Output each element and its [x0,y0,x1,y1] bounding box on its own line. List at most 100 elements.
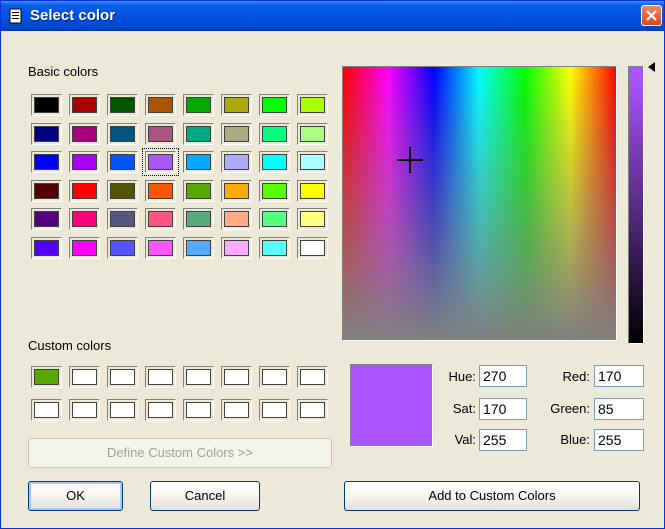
basic-color-swatch[interactable] [297,236,328,259]
basic-color-swatch[interactable] [69,151,100,173]
custom-color-swatch[interactable] [145,366,176,388]
basic-color-swatch[interactable] [221,236,252,259]
color-preview [350,364,433,447]
basic-color-swatch[interactable] [221,151,252,173]
custom-color-swatch[interactable] [31,399,62,421]
blue-field[interactable] [594,429,644,451]
basic-color-swatch[interactable] [107,236,138,259]
basic-color-swatch-fill [34,97,59,113]
basic-color-swatch[interactable] [69,208,100,230]
custom-color-swatch[interactable] [107,399,138,421]
cancel-button[interactable]: Cancel [150,481,260,511]
basic-color-swatch[interactable] [183,94,214,116]
define-custom-colors-button[interactable]: Define Custom Colors >> [28,438,332,468]
basic-color-swatch[interactable] [183,236,214,259]
close-button[interactable] [641,5,662,26]
basic-color-swatch-fill [262,97,287,113]
custom-color-swatch[interactable] [107,366,138,388]
basic-color-swatch[interactable] [145,236,176,259]
basic-color-swatch-fill [110,125,135,142]
basic-color-swatch[interactable] [259,179,290,202]
green-field[interactable] [594,398,644,420]
basic-color-swatch[interactable] [69,122,100,145]
luminance-slider[interactable] [628,66,644,344]
basic-color-swatch[interactable] [145,179,176,202]
basic-color-swatch[interactable] [221,208,252,230]
basic-color-swatch[interactable] [183,151,214,173]
basic-color-swatch-fill [300,154,325,170]
red-field[interactable] [594,365,644,387]
basic-color-swatch[interactable] [297,151,328,173]
basic-color-swatch[interactable] [259,151,290,173]
custom-color-swatch[interactable] [221,366,252,388]
basic-color-swatch[interactable] [107,151,138,173]
color-spectrum[interactable] [342,66,617,341]
custom-color-swatch[interactable] [259,366,290,388]
custom-color-swatch[interactable] [69,399,100,421]
basic-color-swatch[interactable] [31,208,62,230]
basic-color-swatch[interactable] [69,179,100,202]
basic-color-swatch[interactable] [183,179,214,202]
custom-color-swatch[interactable] [145,399,176,421]
basic-color-swatch[interactable] [297,122,328,145]
basic-color-swatch[interactable] [145,208,176,230]
basic-color-swatch[interactable] [259,236,290,259]
hue-field[interactable] [479,365,527,387]
custom-color-swatch[interactable] [297,366,328,388]
luminance-arrow-icon[interactable] [647,61,657,73]
basic-color-swatch[interactable] [221,179,252,202]
custom-color-swatch[interactable] [69,366,100,388]
val-field[interactable] [479,429,527,451]
custom-color-swatch-fill [186,369,211,385]
basic-color-swatch[interactable] [183,122,214,145]
basic-color-swatch-fill [224,182,249,199]
custom-color-swatch-fill [34,402,59,418]
basic-color-swatch-fill [148,239,173,256]
title-bar[interactable]: Select color [1,1,664,31]
custom-color-swatch[interactable] [183,366,214,388]
basic-color-swatch[interactable] [221,122,252,145]
custom-color-swatch-fill [72,402,97,418]
basic-color-swatch-fill [300,97,325,113]
basic-color-swatch[interactable] [259,208,290,230]
basic-color-swatch[interactable] [259,122,290,145]
basic-color-swatch[interactable] [297,179,328,202]
custom-color-swatch[interactable] [297,399,328,421]
basic-color-swatch[interactable] [221,94,252,116]
basic-color-swatch-fill [110,154,135,170]
dialog-icon [9,8,22,24]
custom-color-swatch[interactable] [31,366,62,388]
basic-color-swatch[interactable] [145,94,176,116]
basic-color-swatch[interactable] [142,148,179,176]
basic-color-swatch[interactable] [107,122,138,145]
basic-color-swatch-fill [72,239,97,256]
basic-color-swatch[interactable] [107,94,138,116]
basic-color-swatch[interactable] [183,208,214,230]
basic-color-swatch[interactable] [297,94,328,116]
red-label: Red: [562,369,590,384]
basic-color-swatch[interactable] [259,94,290,116]
basic-color-swatch[interactable] [107,208,138,230]
basic-color-swatch[interactable] [31,151,62,173]
basic-color-swatch[interactable] [31,236,62,259]
sat-field[interactable] [479,398,527,420]
basic-color-swatch-fill [72,154,97,170]
basic-color-swatch[interactable] [107,179,138,202]
custom-color-swatch[interactable] [221,399,252,421]
basic-color-swatch[interactable] [69,94,100,116]
basic-color-swatch[interactable] [297,208,328,230]
basic-color-swatch-fill [186,97,211,113]
basic-color-swatch[interactable] [31,122,62,145]
custom-color-swatch[interactable] [259,399,290,421]
basic-color-swatch-fill [34,211,59,227]
basic-color-swatch[interactable] [69,236,100,259]
color-dialog: Select color Basic colors Custom colors … [0,0,665,529]
basic-color-swatch[interactable] [31,179,62,202]
add-to-custom-colors-button[interactable]: Add to Custom Colors [344,481,640,511]
basic-color-swatch[interactable] [31,94,62,116]
basic-color-swatch[interactable] [145,122,176,145]
ok-button[interactable]: OK [28,481,123,511]
basic-color-swatch-fill [34,239,59,256]
custom-color-swatch[interactable] [183,399,214,421]
custom-color-swatch-fill [262,369,287,385]
